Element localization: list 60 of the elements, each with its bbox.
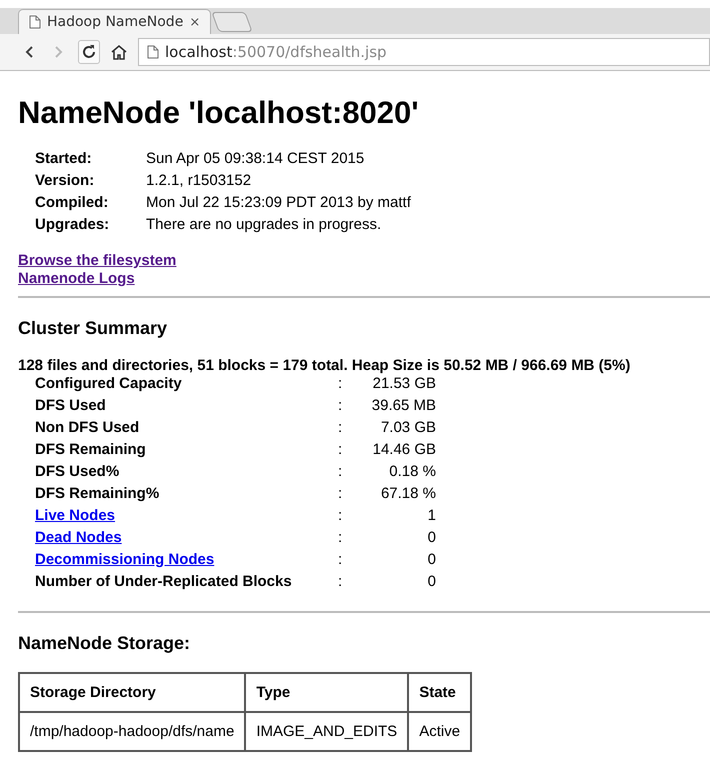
stat-label: DFS Used% xyxy=(35,463,120,480)
home-icon xyxy=(110,44,128,60)
stat-label: DFS Remaining xyxy=(35,441,146,458)
info-value: Mon Jul 22 15:23:09 PDT 2013 by mattf xyxy=(146,193,412,212)
stat-value: 0 xyxy=(426,572,436,591)
colon-separator: : xyxy=(338,418,344,437)
column-header: State xyxy=(408,673,472,712)
reload-icon xyxy=(81,44,97,60)
page-icon xyxy=(29,15,41,29)
column-header: Storage Directory xyxy=(19,673,246,712)
table-cell: /tmp/hadoop-hadoop/dfs/name xyxy=(19,712,246,751)
info-value: 1.2.1, r1503152 xyxy=(146,171,252,190)
stat-value: 14.46 GB xyxy=(372,440,436,459)
close-icon[interactable]: × xyxy=(189,14,200,30)
nodes-link[interactable]: Decommissioning Nodes xyxy=(35,551,214,568)
stat-value: 1 xyxy=(426,506,436,525)
stat-label: DFS Used xyxy=(35,397,106,414)
stat-value: 21.53 GB xyxy=(372,374,436,393)
info-label: Started: xyxy=(35,149,93,168)
stat-label: Number of Under-Replicated Blocks xyxy=(35,573,292,590)
section-heading: NameNode Storage: xyxy=(18,633,192,654)
chevron-left-icon xyxy=(24,45,34,59)
table-cell: Active xyxy=(408,712,472,751)
stat-value: 0.18 % xyxy=(388,462,436,481)
stat-value: 67.18 % xyxy=(380,484,436,503)
colon-separator: : xyxy=(338,396,344,415)
colon-separator: : xyxy=(338,374,344,393)
info-label: Compiled: xyxy=(35,193,110,212)
info-value: Sun Apr 05 09:38:14 CEST 2015 xyxy=(146,149,366,168)
stat-label: Non DFS Used xyxy=(35,419,140,436)
colon-separator: : xyxy=(338,550,344,569)
colon-separator: : xyxy=(338,506,344,525)
table-cell: IMAGE_AND_EDITS xyxy=(245,712,408,751)
info-label: Version: xyxy=(35,171,96,190)
stat-value: 7.03 GB xyxy=(380,418,436,437)
chevron-right-icon xyxy=(54,45,64,59)
stat-value: 39.65 MB xyxy=(370,396,436,415)
info-value: There are no upgrades in progress. xyxy=(146,215,382,234)
colon-separator: : xyxy=(338,462,344,481)
stat-value: 0 xyxy=(426,550,436,569)
page-icon xyxy=(147,45,159,59)
page-link[interactable]: Namenode Logs xyxy=(18,270,135,288)
section-heading: Cluster Summary xyxy=(18,318,168,339)
address-bar[interactable]: localhost:50070/dfshealth.jsp xyxy=(138,38,710,66)
summary-text: 128 files and directories, 51 blocks = 179 total. Heap Size is 50.52 MB / 966.69 MB (5%) xyxy=(18,357,632,374)
stat-value: 0 xyxy=(426,528,436,547)
browser-tab[interactable]: Hadoop NameNode × xyxy=(18,9,212,34)
reload-button[interactable] xyxy=(78,40,100,64)
colon-separator: : xyxy=(338,528,344,547)
colon-separator: : xyxy=(338,440,344,459)
stat-label: DFS Remaining% xyxy=(35,485,160,502)
page-title: NameNode 'localhost:8020' xyxy=(18,95,420,131)
stat-label: Configured Capacity xyxy=(35,375,182,392)
colon-separator: : xyxy=(338,484,344,503)
colon-separator: : xyxy=(338,572,344,591)
page-link[interactable]: Browse the filesystem xyxy=(18,252,176,270)
column-header: Type xyxy=(245,673,408,712)
nodes-link[interactable]: Live Nodes xyxy=(35,507,116,524)
nodes-link[interactable]: Dead Nodes xyxy=(35,529,122,546)
info-label: Upgrades: xyxy=(35,215,110,234)
